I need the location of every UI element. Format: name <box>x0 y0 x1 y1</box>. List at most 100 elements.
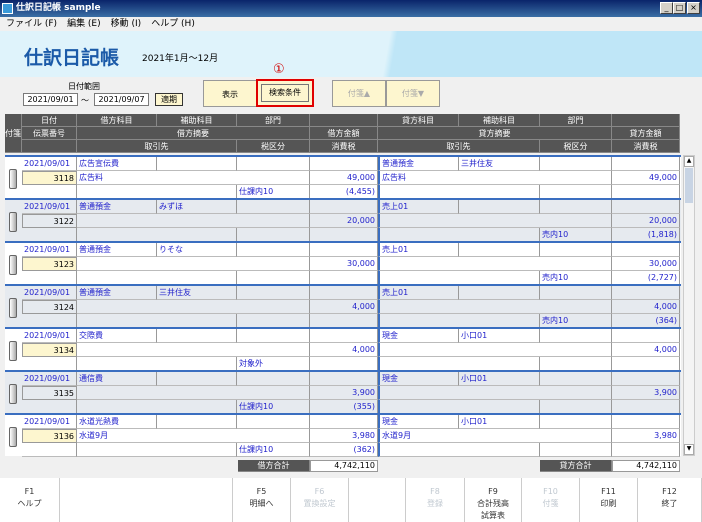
function-key-label: 終了 <box>661 499 678 508</box>
debit-sub-account <box>157 415 237 429</box>
credit-amount: 30,000 <box>612 257 680 271</box>
tag-toggle-icon[interactable] <box>9 212 17 232</box>
debit-tax-class: 対象外 <box>237 357 310 371</box>
menu-move[interactable]: 移動 (I) <box>111 19 142 29</box>
blank <box>310 157 378 171</box>
title-bar: 仕訳日記帳 sample <box>0 0 702 17</box>
header-credit-dept: 部門 <box>540 114 612 127</box>
header-credit-summary: 貸方摘要 <box>378 127 612 140</box>
journal-entry[interactable]: 2021/09/01 普通預金 りそな 売上01 3123 30,000 30,000 売内1… <box>5 241 681 285</box>
slip-number: 3134 <box>22 343 77 357</box>
credit-tax <box>612 443 680 457</box>
blank <box>310 243 378 257</box>
function-key-f9[interactable]: F9 合計残高 試算表 <box>465 478 522 522</box>
debit-partner <box>77 271 237 285</box>
tag-toggle-icon[interactable] <box>9 341 17 361</box>
credit-account: 普通預金 <box>378 157 459 171</box>
credit-sub-account: 小口01 <box>459 415 540 429</box>
credit-summary <box>378 343 612 357</box>
function-key-code: F6 <box>314 487 325 496</box>
credit-tax-class: 売内10 <box>540 228 612 242</box>
menu-help[interactable]: ヘルプ (H) <box>151 19 195 29</box>
journal-entry[interactable]: 2021/09/01 普通預金 三井住友 売上01 3124 4,000 4,000 売内10… <box>5 284 681 328</box>
blank <box>22 314 77 328</box>
function-key-f5[interactable]: F5 明細へ <box>233 478 291 522</box>
debit-sub-account <box>157 329 237 343</box>
slip-number: 3135 <box>22 386 77 400</box>
blank <box>310 286 378 300</box>
credit-tax-class <box>540 185 612 199</box>
scroll-down-arrow[interactable]: ▼ <box>684 444 694 455</box>
tag-toggle-icon[interactable] <box>9 298 17 318</box>
credit-tax: (2,727) <box>612 271 680 285</box>
function-key-f6[interactable]: F6 置換設定 <box>291 478 349 522</box>
tag-toggle-icon[interactable] <box>9 255 17 275</box>
debit-sub-account <box>157 372 237 386</box>
menu-edit[interactable]: 編集 (E) <box>67 19 101 29</box>
credit-partner <box>378 228 540 242</box>
debit-tax-class: 仕課内10 <box>237 400 310 414</box>
journal-entry[interactable]: 2021/09/01 交際費 現金 小口01 3134 4,000 4,000 対象外 <box>5 327 681 371</box>
header-credit-tax: 消費税 <box>612 140 680 153</box>
function-key-f10[interactable]: F10 付箋 <box>522 478 580 522</box>
window-title: 仕訳日記帳 sample <box>16 3 101 13</box>
credit-summary <box>378 214 612 228</box>
date-from-input[interactable]: 2021/09/01 <box>23 93 78 106</box>
credit-sub-account <box>459 286 540 300</box>
debit-account: 普通預金 <box>77 286 157 300</box>
function-key-blank <box>60 478 233 522</box>
slip-number: 3118 <box>22 171 77 185</box>
header-debit-account: 借方科目 <box>77 114 157 127</box>
credit-dept <box>540 329 612 343</box>
display-button[interactable]: 表示 <box>222 89 238 100</box>
function-key-f8[interactable]: F8 登録 <box>406 478 465 522</box>
debit-amount: 4,000 <box>310 343 378 357</box>
tag-up-button[interactable]: 付箋▲ <box>332 80 386 107</box>
debit-dept <box>237 200 310 214</box>
page-title: 仕訳日記帳 <box>24 47 120 69</box>
tag-toggle-icon[interactable] <box>9 169 17 189</box>
credit-summary: 広告料 <box>378 171 612 185</box>
tag-down-button[interactable]: 付箋▼ <box>386 80 440 107</box>
credit-tax: (364) <box>612 314 680 328</box>
journal-entry[interactable]: 2021/09/01 普通預金 みずほ 売上01 3122 20,000 20,000 売内1… <box>5 198 681 242</box>
credit-tax-class: 売内10 <box>540 314 612 328</box>
maximize-button[interactable]: □ <box>673 2 686 14</box>
debit-account: 普通預金 <box>77 200 157 214</box>
menu-file[interactable]: ファイル (F) <box>6 19 57 29</box>
scroll-thumb[interactable] <box>685 168 693 203</box>
debit-account: 水道光熱費 <box>77 415 157 429</box>
credit-partner <box>378 314 540 328</box>
credit-tax-class: 売内10 <box>540 271 612 285</box>
debit-summary <box>77 386 310 400</box>
close-button[interactable]: × <box>687 2 700 14</box>
tag-toggle-icon[interactable] <box>9 384 17 404</box>
header-debit-amount: 借方金額 <box>310 127 378 140</box>
blank <box>612 372 680 386</box>
date-to-input[interactable]: 2021/09/07 <box>94 93 149 106</box>
credit-partner <box>378 185 540 199</box>
blank <box>310 329 378 343</box>
debit-dept <box>237 243 310 257</box>
credit-account: 売上01 <box>378 243 459 257</box>
menu-bar: ファイル (F) 編集 (E) 移動 (I) ヘルプ (H) <box>0 17 702 31</box>
search-conditions-button[interactable]: 検索条件 <box>261 84 309 102</box>
minimize-button[interactable]: _ <box>660 2 673 14</box>
journal-entry[interactable]: 2021/09/01 通信費 現金 小口01 3135 3,900 3,900 仕課内10 (3… <box>5 370 681 414</box>
debit-tax: (362) <box>310 443 378 457</box>
credit-partner <box>378 443 540 457</box>
apply-period-button[interactable]: 適期 <box>155 93 183 106</box>
tag-toggle-icon[interactable] <box>9 427 17 447</box>
credit-sub-account <box>459 243 540 257</box>
function-key-f11[interactable]: F11 印刷 <box>580 478 638 522</box>
vertical-scrollbar[interactable]: ▲ ▼ <box>683 155 695 456</box>
credit-account: 現金 <box>378 372 459 386</box>
blank <box>310 200 378 214</box>
function-key-f12[interactable]: F12 終了 <box>638 478 702 522</box>
journal-entry[interactable]: 2021/09/01 広告宣伝費 普通預金 三井住友 3118 広告料 49,000 広告料 4… <box>5 155 681 199</box>
function-key-f1[interactable]: F1 ヘルプ <box>0 478 60 522</box>
header-partner: 取引先 <box>77 140 237 153</box>
journal-entry[interactable]: 2021/09/01 水道光熱費 現金 小口01 3136 水道9月 3,980 水道9月 3,… <box>5 413 681 457</box>
scroll-up-arrow[interactable]: ▲ <box>684 156 694 167</box>
debit-summary <box>77 214 310 228</box>
